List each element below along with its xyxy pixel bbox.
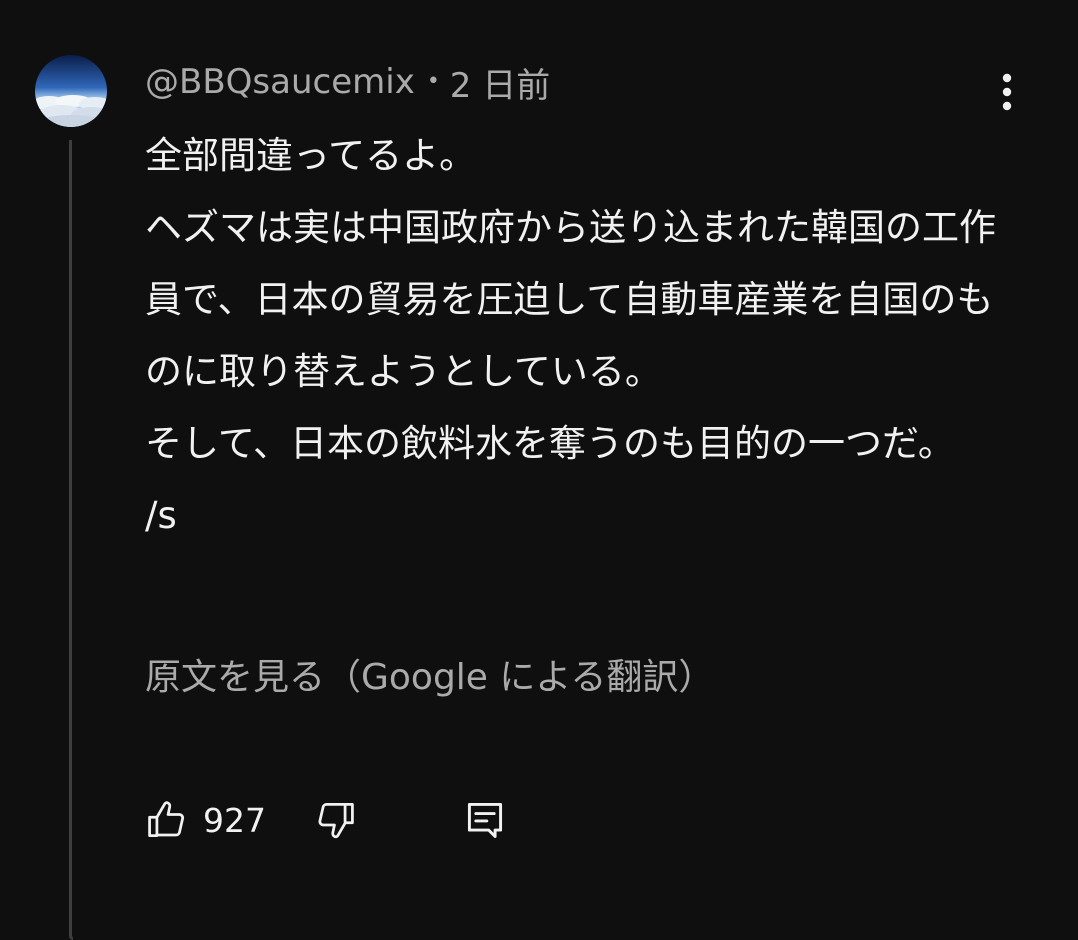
reply-button[interactable] [463, 795, 507, 845]
reply-comment-icon [467, 802, 503, 838]
author-name[interactable]: @BBQsaucemix [145, 62, 415, 102]
comment-header: @BBQsaucemix • 2 日前 [145, 58, 550, 107]
comment-actions: 927 [145, 795, 545, 845]
dislike-button[interactable] [313, 795, 357, 845]
comment-menu-button[interactable] [985, 66, 1029, 118]
header-separator: • [426, 69, 440, 94]
see-original-translation-link[interactable]: 原文を見る（Google による翻訳） [145, 652, 714, 704]
thumbs-down-icon [318, 803, 354, 839]
thumbs-up-icon [148, 801, 185, 837]
like-count: 927 [203, 800, 266, 840]
like-button[interactable]: 927 [145, 795, 266, 845]
more-vertical-icon [1002, 73, 1012, 111]
comment-timestamp[interactable]: 2 日前 [450, 58, 550, 107]
avatar[interactable] [35, 55, 107, 127]
comment-text: 全部間違ってるよ。 ヘズマは実は中国政府から送り込まれた韓国の工作員で、日本の貿… [145, 134, 996, 537]
reply-thread-line [69, 140, 73, 940]
avatar-image [35, 55, 107, 127]
